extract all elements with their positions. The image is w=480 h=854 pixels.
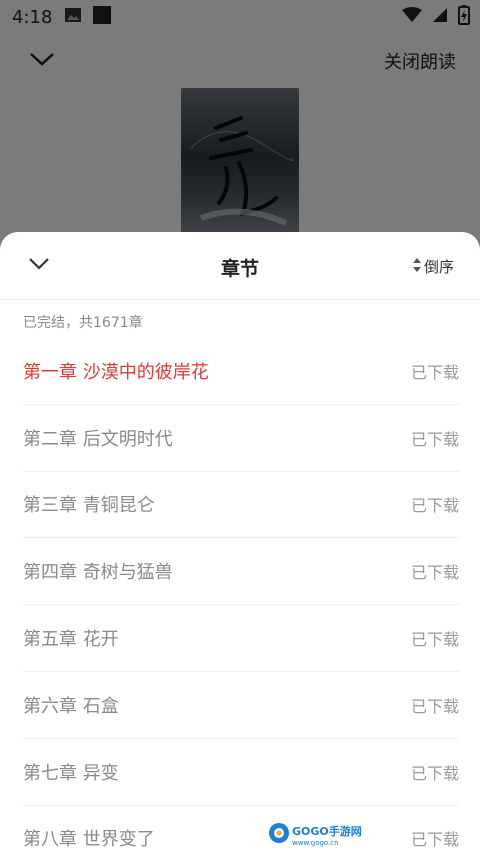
- chapter-title: 第二章 后文明时代: [23, 428, 173, 450]
- chapter-item[interactable]: 第二章 后文明时代 已下载: [23, 405, 459, 472]
- download-status: 已下载: [410, 763, 459, 783]
- chapter-title: 第八章 世界变了: [23, 829, 155, 851]
- watermark-url: www.gogo.cn: [292, 839, 339, 847]
- chapter-sheet: 章节 倒序 已完结，共1671章 第一章 沙漠中的彼岸花 已下载 第二章 后文明…: [0, 232, 480, 854]
- sheet-header: 章节 倒序: [0, 232, 480, 300]
- sort-order-button[interactable]: 倒序: [412, 256, 454, 277]
- download-status: 已下载: [410, 429, 459, 449]
- download-status: 已下载: [410, 696, 459, 716]
- watermark-brand: GOGO手游网: [292, 825, 362, 838]
- chapter-title: 第七章 异变: [23, 762, 119, 784]
- sort-arrows-icon: [412, 257, 422, 277]
- chapter-title: 第五章 花开: [23, 629, 119, 651]
- chapter-list: 第一章 沙漠中的彼岸花 已下载 第二章 后文明时代 已下载 第三章 青铜昆仑 已…: [0, 338, 480, 854]
- watermark-logo-icon: [268, 822, 290, 848]
- download-status: 已下载: [410, 496, 459, 516]
- chapter-item[interactable]: 第四章 奇树与猛兽 已下载: [23, 538, 459, 606]
- chapter-item[interactable]: 第七章 异变 已下载: [23, 739, 459, 806]
- chapter-title: 第四章 奇树与猛兽: [23, 562, 173, 584]
- chapter-title: 第三章 青铜昆仑: [23, 495, 155, 517]
- chapter-title: 第一章 沙漠中的彼岸花: [23, 361, 209, 383]
- chapter-item[interactable]: 第一章 沙漠中的彼岸花 已下载: [23, 338, 459, 405]
- sort-order-label: 倒序: [423, 258, 454, 276]
- download-status: 已下载: [410, 630, 459, 650]
- chapter-item[interactable]: 第六章 石盒 已下载: [23, 672, 459, 739]
- download-status: 已下载: [410, 830, 459, 850]
- download-status: 已下载: [410, 563, 459, 583]
- sheet-title: 章节: [220, 258, 259, 280]
- chapter-item[interactable]: 第八章 世界变了 已下载: [23, 806, 459, 854]
- chapter-item[interactable]: 第五章 花开 已下载: [23, 605, 459, 672]
- site-watermark: GOGO手游网 www.gogo.cn: [268, 822, 364, 848]
- download-status: 已下载: [410, 362, 459, 382]
- book-status-summary: 已完结，共1671章: [23, 315, 143, 331]
- chapter-title: 第六章 石盒: [23, 695, 119, 717]
- chapter-item[interactable]: 第三章 青铜昆仑 已下载: [23, 472, 459, 539]
